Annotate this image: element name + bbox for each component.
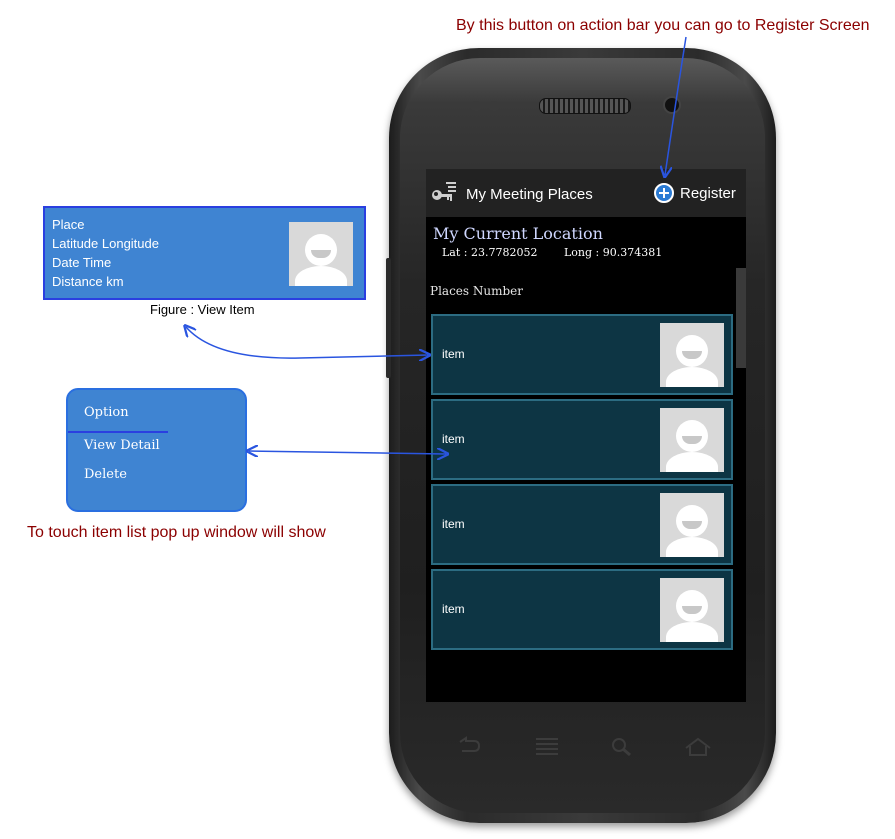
annotation-arrows (0, 36, 687, 839)
popup-arrow (249, 451, 446, 454)
register-arrow (665, 36, 687, 175)
view-item-arrow (186, 327, 428, 358)
